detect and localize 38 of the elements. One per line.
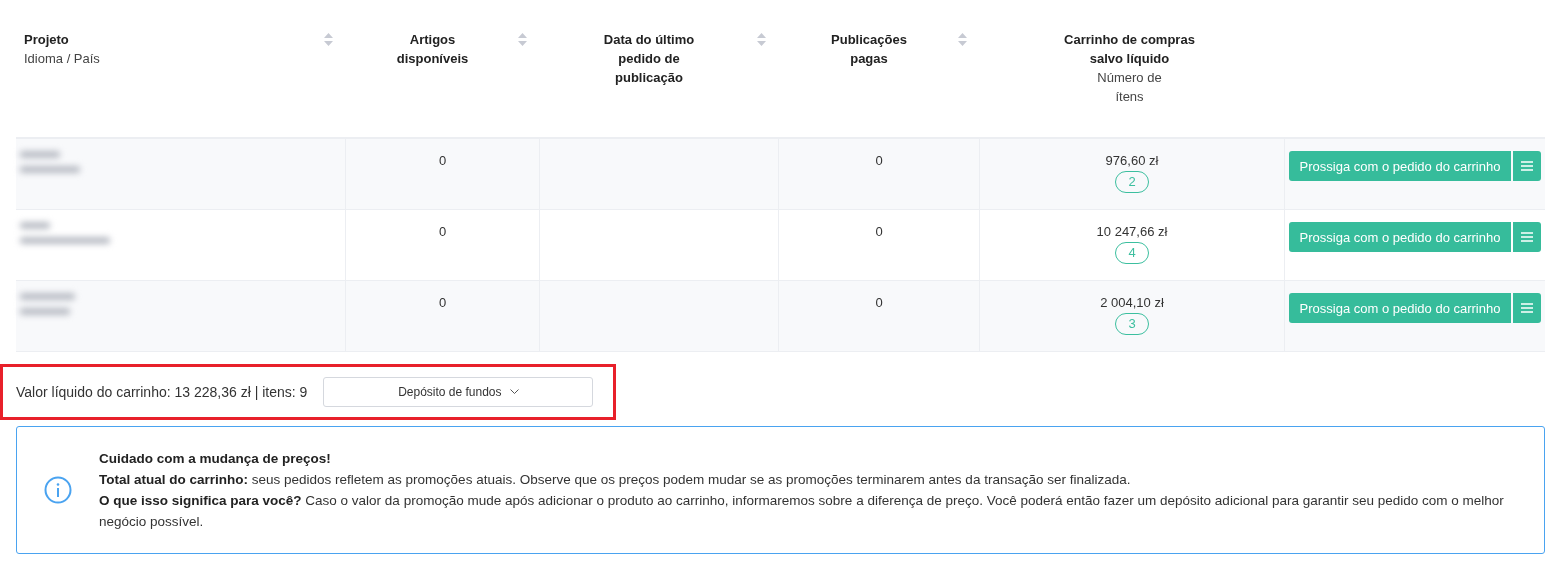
alert-text: Total atual do carrinho: seus pedidos refletem as promoções atuais. Observe que os preços podem mudar se as promoções terminarem antes da transação ser finalizada. bbox=[99, 471, 1132, 489]
cart-value: 976,60 zł bbox=[1105, 153, 1159, 168]
chevron-down-icon bbox=[509, 389, 519, 395]
proceed-button[interactable]: Prossiga com o pedido do carrinho bbox=[1288, 222, 1512, 252]
sort-icon[interactable] bbox=[518, 33, 527, 46]
info-icon bbox=[44, 476, 72, 504]
menu-icon bbox=[1521, 161, 1534, 171]
menu-button[interactable] bbox=[1513, 222, 1542, 252]
column-header: Data do último pedido de publicação bbox=[602, 31, 696, 87]
column-subheader: Número de ítens bbox=[1096, 69, 1163, 106]
menu-icon bbox=[1521, 303, 1534, 313]
deposit-dropdown[interactable]: Depósito de fundos bbox=[323, 377, 594, 407]
sort-icon[interactable] bbox=[958, 33, 967, 46]
column-header: Publicações pagas bbox=[830, 31, 908, 68]
cart-value: 2 004,10 zł bbox=[1100, 295, 1164, 310]
menu-button[interactable] bbox=[1513, 151, 1542, 181]
table-cell: 0 bbox=[875, 153, 883, 168]
proceed-button[interactable]: Prossiga com o pedido do carrinho bbox=[1288, 293, 1512, 323]
table-cell: 0 bbox=[875, 295, 883, 310]
table-cell: 0 bbox=[438, 153, 447, 168]
blurred-text bbox=[20, 151, 80, 173]
table-cell: 0 bbox=[438, 224, 447, 239]
table-cell: 0 bbox=[438, 295, 447, 310]
menu-button[interactable] bbox=[1513, 293, 1542, 323]
cart-total: Valor líquido do carrinho: 13 228,36 zł | itens: 9 bbox=[16, 384, 308, 400]
proceed-button[interactable]: Prossiga com o pedido do carrinho bbox=[1288, 151, 1512, 181]
column-header: Carrinho de compras salvo líquido bbox=[1063, 31, 1196, 68]
cart-value: 10 247,66 zł bbox=[1096, 224, 1168, 239]
sort-icon[interactable] bbox=[757, 33, 766, 46]
table-cell: 0 bbox=[875, 224, 883, 239]
column-header: Artigos disponíveis bbox=[395, 31, 470, 68]
column-header: Projeto bbox=[24, 31, 70, 49]
blurred-text bbox=[20, 293, 75, 315]
sort-icon[interactable] bbox=[324, 33, 333, 46]
column-subheader: Idioma / País bbox=[24, 50, 101, 68]
alert-text: O que isso significa para você? Caso o valor da promoção mude após adicionar o produto ao carrinho, informaremos sobre a diferença de preço. Você poderá então fazer um depósito adicional para garantir seu pedido com o melhor negócio possível. bbox=[99, 492, 1504, 531]
menu-icon bbox=[1521, 232, 1534, 242]
alert-title: Cuidado com a mudança de preços! bbox=[99, 450, 332, 468]
